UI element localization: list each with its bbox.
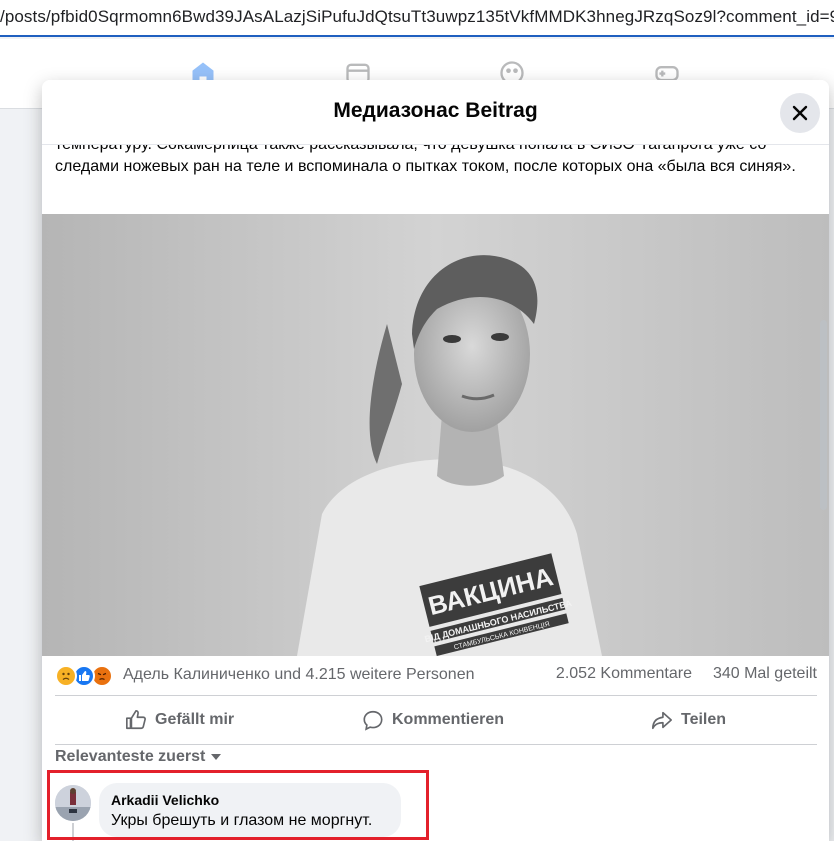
like-label: Gefällt mir [155,711,235,728]
modal-header: Медиазонас Beitrag [42,80,829,145]
share-button[interactable]: Teilen [651,704,726,736]
modal-title: Медиазонас Beitrag [333,99,538,122]
comment-item: Arkadii Velichko Укры брешуть и глазом н… [55,783,415,841]
comment-sort-dropdown[interactable]: Relevanteste zuerst [55,748,222,766]
like-button[interactable]: Gefällt mir [125,704,234,736]
reactions-row: Адель Калиниченко und 4.215 weitere Pers… [55,664,817,688]
share-arrow-icon [652,711,672,730]
post-text: температуру. Сокамерница также рассказыв… [55,145,796,175]
thumbs-up-icon [126,710,146,730]
comment-text: Укры брешуть и глазом не моргнут. [111,812,373,829]
comment-author[interactable]: Arkadii Velichko [111,791,389,810]
sort-label: Relevanteste zuerst [55,748,206,765]
reactors-summary[interactable]: Адель Калиниченко und 4.215 weitere Pers… [123,666,475,684]
sad-icon [55,665,77,687]
url-text[interactable]: /posts/pfbid0Sqrmomn6Bwd39JAsALazjSiPufu… [0,7,834,27]
avatar[interactable] [55,785,91,821]
comment-button[interactable]: Kommentieren [362,704,504,736]
caret-down-icon [211,754,222,760]
comment-bubble: Arkadii Velichko Укры брешуть и глазом н… [99,783,401,837]
browser-address-bar[interactable]: /posts/pfbid0Sqrmomn6Bwd39JAsALazjSiPufu… [0,0,834,37]
thread-line [72,823,74,841]
post-scroll-area[interactable]: температуру. Сокамерница также рассказыв… [42,145,829,841]
comments-count[interactable]: 2.052 Kommentare [556,665,692,683]
comment-label: Kommentieren [392,711,505,728]
post-modal: Медиазонас Beitrag температуру. Сокамерн… [42,80,829,841]
reaction-icons[interactable] [55,664,119,688]
shares-count[interactable]: 340 Mal geteilt [713,665,817,683]
post-actions: Gefällt mir Kommentieren Teilen [55,695,817,745]
close-button[interactable] [780,93,820,133]
comment-bubble-icon [363,710,383,731]
close-icon [792,105,808,121]
portrait-image: ВАКЦИНА ВІД ДОМАШНЬОГО НАСИЛЬСТВА СТАМБУ… [42,214,829,656]
post-photo[interactable]: ВАКЦИНА ВІД ДОМАШНЬОГО НАСИЛЬСТВА СТАМБУ… [42,214,829,656]
scrollbar-thumb[interactable] [820,320,827,510]
share-label: Teilen [681,711,727,728]
